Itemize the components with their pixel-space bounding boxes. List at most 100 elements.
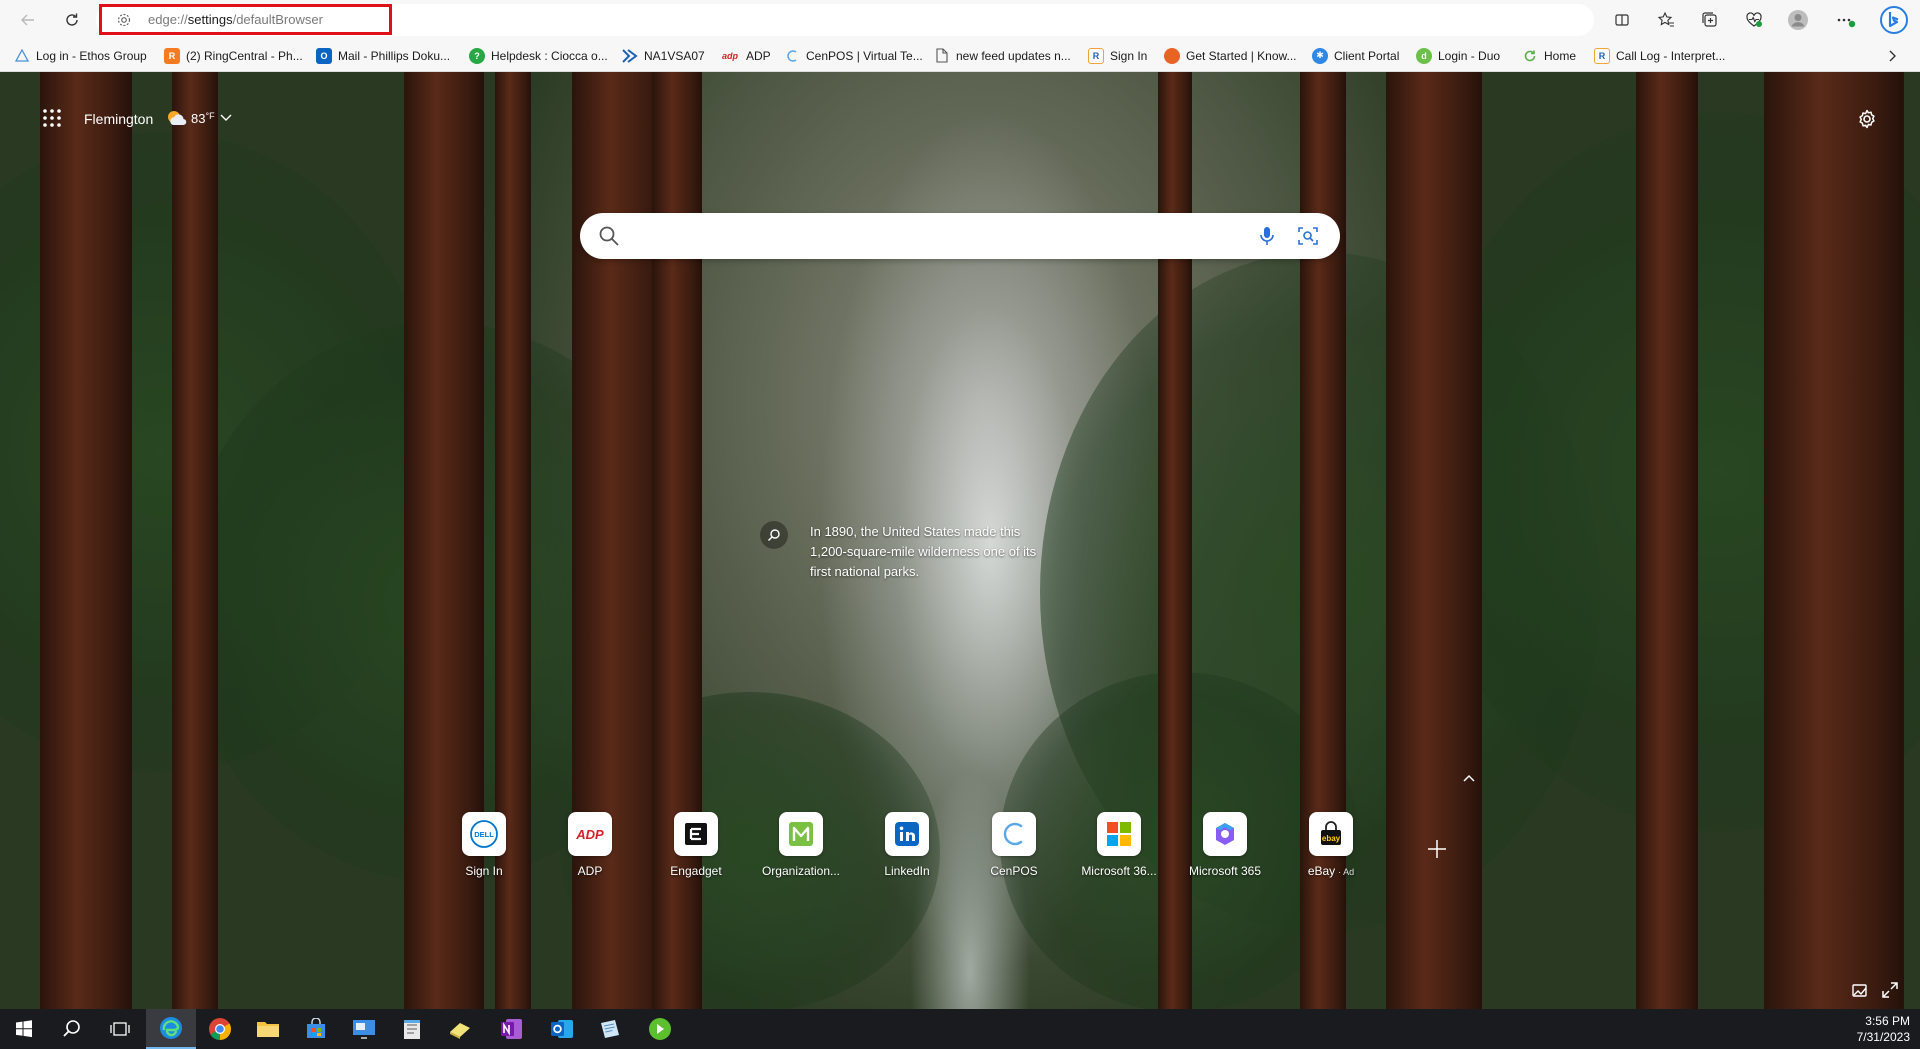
quick-link-sign-in[interactable]: DELL Sign In: [436, 812, 532, 884]
heart-pulse-icon: [1746, 12, 1762, 27]
favorite-label: new feed updates n...: [956, 48, 1071, 63]
remote-desktop-icon: [353, 1020, 375, 1039]
bing-copilot-button[interactable]: [1876, 5, 1912, 35]
task-view-icon: [110, 1022, 130, 1036]
microsoft-logo-icon: [1097, 812, 1141, 856]
customize-background-icon[interactable]: [1850, 980, 1870, 1000]
favorite-get-started[interactable]: Get Started | Know...: [1164, 46, 1297, 65]
split-screen-button[interactable]: [1606, 5, 1638, 35]
taskbar-onenote[interactable]: [488, 1009, 536, 1049]
browser-essentials-button[interactable]: [1738, 5, 1770, 35]
quick-link-microsoft-365[interactable]: Microsoft 365: [1177, 812, 1273, 884]
r-icon: R: [1594, 47, 1610, 64]
quick-link-microsoft-36[interactable]: Microsoft 36...: [1071, 812, 1167, 884]
taskbar-play-app[interactable]: [636, 1009, 684, 1049]
svg-text:DELL: DELL: [474, 830, 494, 839]
settings-gear-small-icon[interactable]: [116, 12, 132, 28]
favorite-adp[interactable]: adp ADP: [720, 46, 771, 65]
quick-link-engadget[interactable]: Engadget: [648, 812, 744, 884]
outlook-icon: O: [316, 47, 332, 64]
image-info-button[interactable]: [760, 521, 788, 549]
weather-widget[interactable]: 83°F: [165, 108, 233, 128]
quick-link-cenpos[interactable]: CenPOS: [966, 812, 1062, 884]
chevron-right-icon: [1889, 50, 1896, 61]
favorite-client-portal[interactable]: ✱ Client Portal: [1312, 46, 1399, 65]
taskbar-search-button[interactable]: [48, 1009, 96, 1049]
taskbar-edge[interactable]: [146, 1009, 196, 1049]
taskbar-store[interactable]: [292, 1009, 340, 1049]
linkedin-logo-icon: [885, 812, 929, 856]
web-search-box[interactable]: [580, 213, 1340, 259]
back-button[interactable]: [12, 5, 44, 35]
taskbar-file-explorer[interactable]: [244, 1009, 292, 1049]
favorites-button[interactable]: [1650, 5, 1682, 35]
r-icon: R: [1088, 47, 1104, 64]
task-view-button[interactable]: [96, 1009, 144, 1049]
chevron-up-icon[interactable]: [1461, 772, 1477, 784]
app-launcher-grid-icon[interactable]: [40, 106, 64, 130]
system-clock[interactable]: 3:56 PM 7/31/2023: [1857, 1013, 1910, 1045]
favorite-label: Call Log - Interpret...: [1616, 48, 1726, 63]
refresh-button[interactable]: [56, 5, 88, 35]
kaseya-icon: [622, 48, 638, 64]
favorite-mail[interactable]: O Mail - Phillips Doku...: [316, 46, 450, 65]
start-button[interactable]: [0, 1009, 48, 1049]
quick-link-organization[interactable]: Organization...: [753, 812, 849, 884]
favorite-label: Log in - Ethos Group: [36, 48, 147, 63]
quick-link-label: eBay · Ad: [1307, 864, 1355, 878]
add-shortcut-plus-icon[interactable]: [1424, 836, 1450, 862]
dell-logo-icon: DELL: [462, 812, 506, 856]
taskbar-outlook[interactable]: [538, 1009, 586, 1049]
settings-and-more-button[interactable]: [1830, 5, 1862, 35]
collections-button[interactable]: [1694, 5, 1726, 35]
helpdesk-icon: ?: [469, 47, 485, 64]
favorite-login-duo[interactable]: d Login - Duo: [1416, 46, 1500, 65]
home-refresh-icon: [1522, 48, 1538, 64]
fullscreen-expand-icon[interactable]: [1880, 980, 1900, 1000]
refresh-icon: [66, 13, 78, 26]
clock-date: 7/31/2023: [1856, 1030, 1910, 1044]
notepad-icon: [404, 1020, 420, 1039]
image-caption[interactable]: In 1890, the United States made this 1,2…: [810, 522, 1060, 582]
url-scheme: edge://: [148, 12, 188, 27]
favorite-na1vsa07[interactable]: NA1VSA07: [622, 46, 705, 65]
taskbar-scratchpad[interactable]: [586, 1009, 634, 1049]
favorite-ringcentral[interactable]: R (2) RingCentral - Ph...: [164, 46, 303, 65]
favorite-call-log[interactable]: R Call Log - Interpret...: [1594, 46, 1725, 65]
favorite-helpdesk[interactable]: ? Helpdesk : Ciocca o...: [469, 46, 608, 65]
url-text[interactable]: edge://settings/defaultBrowser: [148, 12, 323, 27]
quick-link-label: Sign In: [465, 864, 503, 878]
weather-location[interactable]: Flemington: [84, 111, 153, 127]
favorite-label: Home: [1544, 48, 1577, 63]
profile-avatar-icon: [1788, 10, 1808, 30]
m365-logo-icon: [1203, 812, 1247, 856]
visual-search-icon[interactable]: [1297, 225, 1319, 247]
quick-link-linkedin[interactable]: LinkedIn: [859, 812, 955, 884]
favorite-label: Client Portal: [1334, 48, 1400, 63]
taskbar-eraser-app[interactable]: [436, 1009, 484, 1049]
quick-link-adp[interactable]: ADP ADP: [542, 812, 638, 884]
favorite-cenpos[interactable]: CenPOS | Virtual Te...: [784, 46, 923, 65]
page-settings-gear-icon[interactable]: [1856, 108, 1878, 130]
favorite-label: (2) RingCentral - Ph...: [186, 48, 303, 63]
taskbar-remote-desktop[interactable]: [340, 1009, 388, 1049]
favorite-ethos-login[interactable]: Log in - Ethos Group: [14, 46, 147, 65]
microphone-icon[interactable]: [1256, 225, 1278, 247]
search-input[interactable]: [634, 221, 1234, 251]
profile-button[interactable]: [1782, 5, 1814, 35]
url-host: settings: [187, 12, 233, 27]
favorites-overflow-button[interactable]: [1886, 46, 1898, 65]
quick-link-label: Microsoft 36...: [1081, 864, 1157, 878]
favorite-feed-updates[interactable]: new feed updates n...: [934, 46, 1071, 65]
more-dots-icon: [1837, 18, 1856, 28]
folder-icon: [257, 1022, 279, 1037]
quick-link-label: Organization...: [761, 864, 841, 878]
favorite-home[interactable]: Home: [1522, 46, 1576, 65]
taskbar-notepad[interactable]: [388, 1009, 436, 1049]
favorite-sign-in[interactable]: R Sign In: [1088, 46, 1147, 65]
quick-link-label: CenPOS: [990, 864, 1038, 878]
quick-link-ebay-ad[interactable]: ebay eBay · Ad: [1283, 812, 1379, 884]
taskbar-chrome[interactable]: [196, 1009, 244, 1049]
bing-logo-icon: [1880, 6, 1908, 34]
onenote-logo-icon: [501, 1019, 522, 1039]
